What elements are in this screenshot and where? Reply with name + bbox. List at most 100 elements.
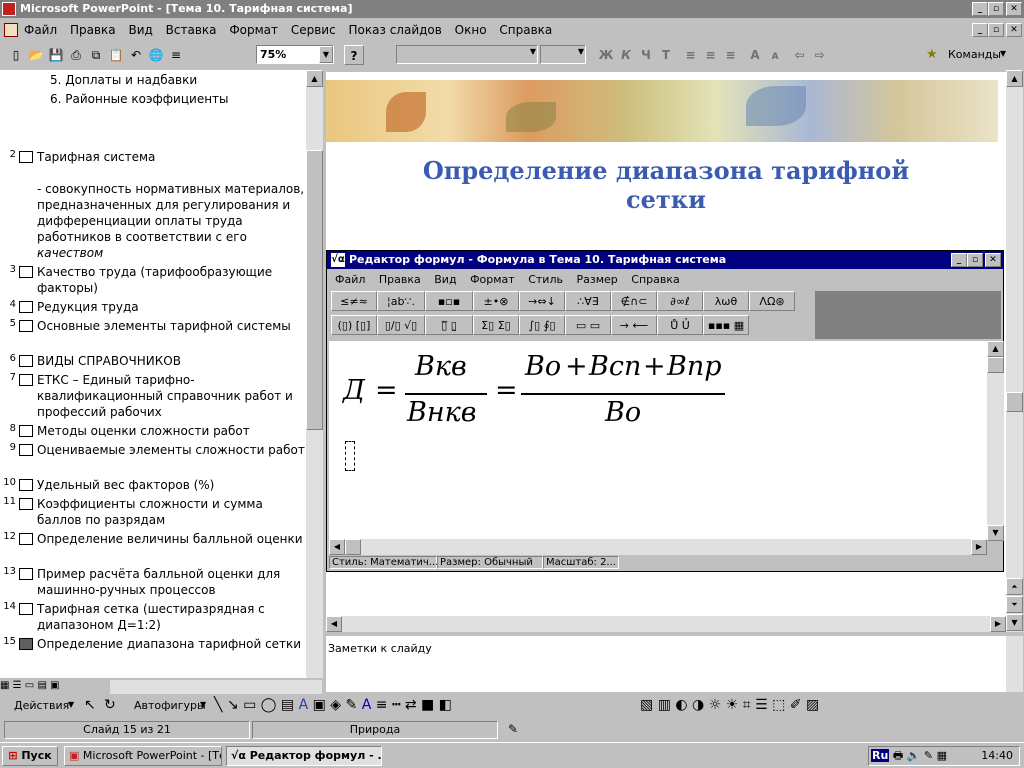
powerpoint-icon[interactable] — [2, 2, 16, 16]
menu-edit[interactable]: Правка — [70, 23, 116, 37]
help-icon[interactable]: ? — [344, 45, 364, 65]
outline-hscroll[interactable] — [110, 680, 322, 694]
star-icon[interactable]: ★ — [926, 47, 938, 62]
doc-restore-button[interactable]: ▫ — [988, 23, 1004, 37]
slide-title[interactable]: Определение диапазона тарифной сетки — [386, 156, 946, 214]
scroll-right-icon[interactable]: ▶ — [971, 539, 987, 555]
actions-menu[interactable]: Действия — [14, 699, 69, 712]
task-equation-editor[interactable]: √α Редактор формул - ... — [226, 746, 382, 766]
textbox-icon[interactable]: ▤ — [281, 697, 294, 713]
line-style-icon[interactable]: ≡ — [376, 697, 388, 713]
scroll-left-icon[interactable]: ◀ — [329, 539, 345, 555]
scroll-right-icon[interactable]: ▶ — [990, 616, 1006, 632]
slide-title[interactable]: Основные элементы тарифной системы — [37, 318, 305, 334]
scroll-down-icon[interactable]: ▼ — [987, 525, 1004, 541]
arrow-style-icon[interactable]: ⇄ — [405, 697, 417, 713]
chevron-down-icon[interactable]: ▼ — [530, 47, 536, 56]
doc-minimize-button[interactable]: _ — [972, 23, 988, 37]
line-color-icon[interactable]: ✎ — [346, 697, 358, 713]
align-center-icon[interactable]: ≡ — [701, 45, 721, 65]
eq-maximize-button[interactable]: ▫ — [967, 253, 983, 267]
insertion-slot[interactable] — [345, 441, 355, 471]
scroll-left-icon[interactable]: ◀ — [326, 616, 342, 632]
slide-title[interactable]: Определение диапазона тарифной сетки — [37, 636, 305, 652]
eq-minimize-button[interactable]: _ — [951, 253, 967, 267]
less-brightness-icon[interactable]: ☀ — [726, 697, 739, 713]
menu-insert[interactable]: Вставка — [166, 23, 217, 37]
scroll-thumb[interactable] — [1006, 392, 1023, 412]
increase-font-icon[interactable]: A — [745, 45, 765, 65]
outline-view-icon[interactable]: ☰ — [13, 680, 22, 691]
integral-templates-button[interactable]: ∫▯ ∮▯ — [519, 315, 565, 335]
demote-icon[interactable]: ⇨ — [810, 45, 830, 65]
slide-title[interactable]: Определение величины балльной оценки — [37, 531, 305, 547]
slide-icon[interactable] — [19, 355, 33, 367]
menu-help[interactable]: Справка — [499, 23, 552, 37]
slide-title[interactable]: Удельный вес факторов (%) — [37, 477, 305, 493]
slide-icon[interactable] — [19, 479, 33, 491]
eq-menu-edit[interactable]: Правка — [379, 273, 421, 286]
slideshow-icon[interactable]: ▣ — [50, 680, 59, 691]
script-templates-button[interactable]: ▯̅ ▯̰ — [425, 315, 473, 335]
menu-format[interactable]: Формат — [229, 23, 278, 37]
bar-templates-button[interactable]: ▭ ▭ — [565, 315, 611, 335]
fill-color-icon[interactable]: ◈ — [330, 697, 341, 713]
set-symbols-button[interactable]: ∉∩⊂ — [611, 291, 657, 311]
scroll-down-icon[interactable]: ▼ — [1006, 614, 1023, 631]
operator-symbols-button[interactable]: ±•⊗ — [473, 291, 519, 311]
network-icon[interactable]: ▦ — [937, 749, 947, 762]
menu-file[interactable]: Файл — [24, 23, 57, 37]
slide-title[interactable]: Оцениваемые элементы сложности работ — [37, 442, 305, 458]
promote-icon[interactable]: ⇦ — [790, 45, 810, 65]
scroll-up-icon[interactable]: ▲ — [306, 70, 323, 87]
reset-picture-icon[interactable]: ▨ — [806, 697, 819, 713]
eq-close-button[interactable]: ✕ — [985, 253, 1001, 267]
formula-canvas[interactable]: Д = Bкв Bнкв = Bo + Bсп + Bпр Bo — [329, 341, 987, 541]
spellcheck-icon[interactable]: ✎ — [508, 722, 518, 736]
next-slide-icon[interactable]: ⏷ — [1006, 596, 1023, 613]
autoshapes-menu[interactable]: Автофигуры — [134, 699, 206, 712]
chevron-down-icon[interactable]: ▼ — [578, 47, 584, 56]
product-templates-button[interactable]: Ů Ủ — [657, 315, 703, 335]
menu-tools[interactable]: Сервис — [291, 23, 336, 37]
chevron-down-icon[interactable]: ▼ — [68, 700, 74, 709]
eq-menu-size[interactable]: Размер — [576, 273, 617, 286]
chevron-down-icon[interactable]: ▼ — [319, 46, 333, 63]
relation-symbols-button[interactable]: ≤≠≈ — [331, 291, 377, 311]
paste-icon[interactable]: 📋 — [106, 45, 126, 65]
slide-icon[interactable] — [19, 266, 33, 278]
slide-view-icon[interactable]: ▭ — [25, 680, 34, 691]
sort-icon[interactable]: ≡ — [166, 45, 186, 65]
undo-icon[interactable]: ↶ — [126, 45, 146, 65]
hyperlink-icon[interactable]: 🌐 — [146, 45, 166, 65]
eq-menu-view[interactable]: Вид — [434, 273, 456, 286]
font-select[interactable]: ▼ — [396, 45, 538, 64]
rotate-icon[interactable]: ↻ — [104, 697, 116, 713]
align-right-icon[interactable]: ≡ — [721, 45, 741, 65]
eq-menu-file[interactable]: Файл — [335, 273, 365, 286]
menu-slideshow[interactable]: Показ слайдов — [349, 23, 442, 37]
scroll-up-icon[interactable]: ▲ — [1006, 70, 1023, 87]
3d-icon[interactable]: ◧ — [439, 697, 452, 713]
greek-lower-button[interactable]: λωθ — [703, 291, 749, 311]
slide-body[interactable]: - совокупность нормативных материалов, п… — [37, 181, 305, 261]
contrast-icon[interactable]: ◐ — [675, 697, 687, 713]
tray-icon[interactable]: ✎ — [924, 749, 933, 762]
dash-style-icon[interactable]: ┅ — [392, 697, 400, 713]
logic-symbols-button[interactable]: ∴∀∃ — [565, 291, 611, 311]
slide-title[interactable]: Качество труда (тарифообразующие факторы… — [37, 264, 305, 296]
line-weight-icon[interactable]: ☰ — [755, 697, 768, 713]
maximize-button[interactable]: ▫ — [988, 2, 1004, 16]
slide-icon[interactable] — [19, 374, 33, 386]
shadow-button[interactable]: Т — [656, 45, 676, 65]
slide-icon[interactable] — [19, 638, 33, 650]
menu-window[interactable]: Окно — [455, 23, 487, 37]
zoom-select[interactable]: 75% ▼ — [256, 45, 334, 64]
size-select[interactable]: ▼ — [540, 45, 586, 64]
underline-button[interactable]: Ч — [636, 45, 656, 65]
menu-view[interactable]: Вид — [128, 23, 152, 37]
clock[interactable]: 14:40 — [981, 747, 1013, 765]
clipart-icon[interactable]: ▣ — [313, 697, 326, 713]
start-button[interactable]: ⊞ Пуск — [2, 746, 58, 766]
misc-symbols-button[interactable]: ∂∞ℓ — [657, 291, 703, 311]
